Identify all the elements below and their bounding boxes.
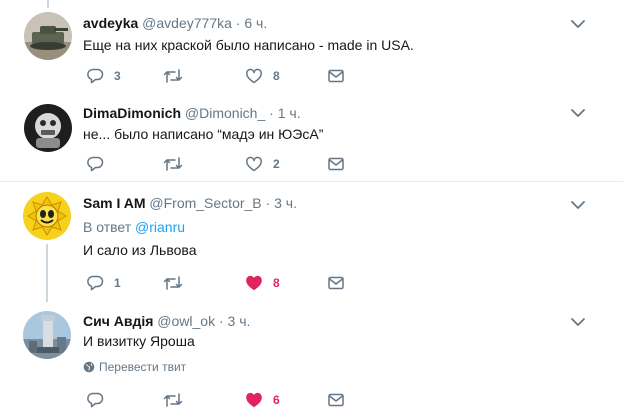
display-name[interactable]: DimaDimonich (83, 105, 181, 121)
timestamp[interactable]: 3 ч. (274, 195, 297, 211)
tweet-sam-i-am[interactable]: Sam I AM @From_Sector_B · 3 ч. В ответ @… (0, 182, 623, 302)
tweet-actions: 3 8 (83, 66, 583, 86)
retweet-icon (163, 276, 183, 290)
chevron-down-icon[interactable] (569, 313, 587, 331)
display-name[interactable]: avdeyka (83, 15, 138, 31)
retweet-button[interactable] (163, 154, 193, 174)
reply-icon (87, 156, 104, 172)
like-count: 8 (273, 276, 280, 290)
tweet-header: Сич Авдія @owl_ok · 3 ч. (83, 312, 250, 330)
retweet-icon (163, 69, 183, 83)
globe-icon (83, 361, 95, 373)
thread-line (47, 0, 49, 8)
tweet-text: И визитку Яроша (83, 333, 195, 349)
reply-icon (87, 275, 104, 291)
reply-icon (87, 68, 104, 84)
tweet-actions: 6 (83, 390, 583, 410)
reply-mention-link[interactable]: @rianru (135, 219, 185, 235)
display-name[interactable]: Sam I AM (83, 195, 146, 211)
retweet-button[interactable] (163, 390, 193, 410)
reply-context: В ответ @rianru (83, 218, 185, 236)
tweet-header: DimaDimonich @Dimonich_ · 1 ч. (83, 104, 301, 122)
envelope-icon (328, 393, 344, 407)
reply-button[interactable] (86, 154, 114, 174)
heart-filled-icon (246, 392, 262, 408)
user-handle[interactable]: @owl_ok (157, 313, 215, 329)
user-handle[interactable]: @avdey777ka (142, 15, 232, 31)
avatar[interactable] (24, 104, 72, 152)
tweet-dimadimonich[interactable]: DimaDimonich @Dimonich_ · 1 ч. не... был… (0, 92, 623, 181)
retweet-button[interactable] (163, 66, 193, 86)
direct-message-button[interactable] (327, 154, 345, 174)
reply-button[interactable]: 1 (86, 273, 121, 293)
retweet-icon (163, 393, 183, 407)
reply-button[interactable] (86, 390, 114, 410)
reply-prefix: В ответ (83, 219, 132, 235)
tweet-header: Sam I AM @From_Sector_B · 3 ч. (83, 194, 297, 212)
heart-icon (246, 68, 262, 84)
tweet-text: не... было написано “мадэ ин ЮЭсА” (83, 126, 324, 142)
direct-message-button[interactable] (327, 273, 345, 293)
reply-count: 3 (114, 69, 121, 83)
reply-button[interactable]: 3 (86, 66, 121, 86)
display-name[interactable]: Сич Авдія (83, 313, 153, 329)
timestamp[interactable]: 3 ч. (228, 313, 251, 329)
chevron-down-icon[interactable] (569, 104, 587, 122)
envelope-icon (328, 69, 344, 83)
avatar[interactable] (23, 192, 71, 240)
like-button[interactable]: 8 (245, 273, 280, 293)
like-count: 8 (273, 69, 280, 83)
thread-line (46, 244, 48, 302)
tweet-text: И сало из Львова (83, 242, 197, 258)
separator-dot: · (265, 195, 271, 211)
separator-dot: · (218, 313, 224, 329)
timestamp[interactable]: 1 ч. (278, 105, 301, 121)
tweet-actions: 1 8 (83, 273, 583, 293)
like-count: 2 (273, 157, 280, 171)
retweet-button[interactable] (163, 273, 193, 293)
separator-dot: · (269, 105, 274, 121)
tweet-sych-avdiia[interactable]: Сич Авдія @owl_ok · 3 ч. И визитку Яроша… (0, 302, 623, 420)
user-handle[interactable]: @From_Sector_B (149, 195, 261, 211)
translate-tweet-link[interactable]: Перевести твит (83, 359, 186, 375)
chevron-down-icon[interactable] (569, 196, 587, 214)
avatar[interactable] (23, 311, 71, 359)
reply-icon (87, 392, 104, 408)
envelope-icon (328, 157, 344, 171)
separator-dot: · (235, 15, 241, 31)
timestamp[interactable]: 6 ч. (244, 15, 267, 31)
tweet-text: Еще на них краской было написано - made … (83, 37, 414, 53)
like-button[interactable]: 6 (245, 390, 280, 410)
user-handle[interactable]: @Dimonich_ (185, 105, 265, 121)
avatar[interactable] (24, 12, 72, 60)
tweet-avdeyka[interactable]: avdeyka @avdey777ka · 6 ч. Еще на них кр… (0, 0, 623, 92)
heart-icon (246, 156, 262, 172)
tweet-header: avdeyka @avdey777ka · 6 ч. (83, 14, 267, 32)
direct-message-button[interactable] (327, 66, 345, 86)
tweet-actions: 2 (83, 154, 583, 174)
direct-message-button[interactable] (327, 390, 345, 410)
reply-count: 1 (114, 276, 121, 290)
chevron-down-icon[interactable] (569, 15, 587, 33)
translate-label: Перевести твит (99, 360, 187, 374)
heart-filled-icon (246, 275, 262, 291)
like-button[interactable]: 8 (245, 66, 280, 86)
like-count: 6 (273, 393, 280, 407)
retweet-icon (163, 157, 183, 171)
envelope-icon (328, 276, 344, 290)
like-button[interactable]: 2 (245, 154, 280, 174)
